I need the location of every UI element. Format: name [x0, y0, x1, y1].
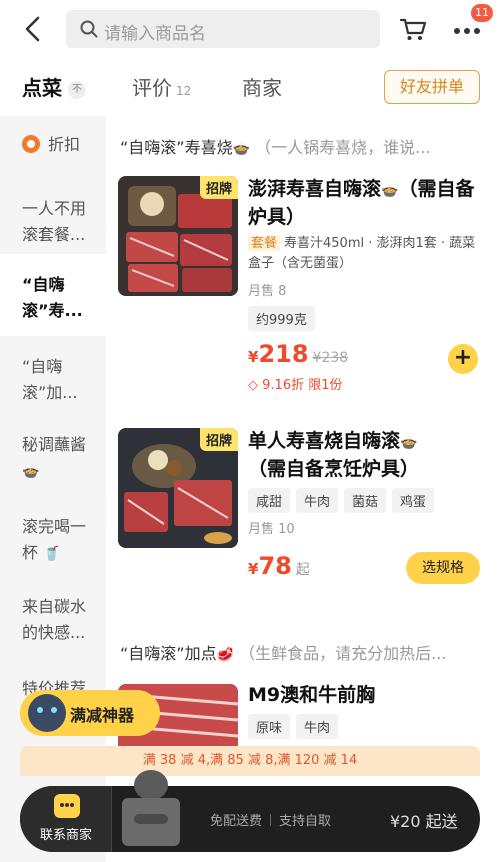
minimum-order: ¥20 起送 [390, 812, 458, 831]
pickup-text: 支持自取 [279, 814, 332, 829]
tab-merchant[interactable]: 商家 [242, 72, 282, 101]
full-reduction-banner: 满 38 减 4,满 85 减 8,满 120 减 14 [20, 746, 480, 776]
attribute-chip: 牛肉 [296, 488, 339, 513]
signature-tag: 招牌 [199, 428, 238, 451]
tab-reviews-label: 评价 [132, 76, 172, 100]
discount-helper-button[interactable]: 满减神器 [20, 690, 160, 736]
sidebar-item-label: “自嗨滚”寿... [22, 275, 83, 320]
product-attributes: 约999克 [248, 306, 321, 331]
search-placeholder: 请输入商品名 [104, 24, 206, 44]
contact-merchant-label: 联系商家 [39, 828, 92, 843]
section-header-addons: “自嗨滚”加点🥩 （生鲜食品，请充分加热后... [120, 640, 446, 664]
sidebar-item-solo-set[interactable]: 一人不用滚套餐... [0, 196, 106, 248]
product-name[interactable]: M9澳和牛前胸 [248, 682, 488, 708]
sidebar-item-sukiyaki[interactable]: “自嗨滚”寿... [0, 254, 106, 336]
back-arrow-icon[interactable] [18, 14, 48, 44]
product-price: ¥218 ¥238 [248, 340, 348, 368]
sidebar-item-drinks[interactable]: 滚完喝一杯 🥤 [0, 514, 106, 567]
product-name-text: 单人寿喜烧自嗨滚 [248, 430, 401, 452]
price-value: 78 [258, 552, 292, 580]
search-icon [80, 20, 98, 38]
original-price: ¥238 [312, 350, 349, 366]
price-value: 218 [258, 340, 309, 368]
robot-mascot-icon [28, 694, 66, 732]
tab-order-label: 点菜 [22, 76, 62, 100]
notification-badge: 11 [471, 4, 493, 22]
group-order-button[interactable]: 好友拼单 [384, 70, 480, 104]
tab-reviews[interactable]: 评价 12 [132, 72, 191, 101]
product-name-suffix: （需自备烹饪炉具） [248, 458, 420, 480]
product-price: ¥78 起 [248, 552, 310, 580]
attribute-chip: 菌菇 [344, 488, 387, 513]
search-input[interactable]: 请输入商品名 [66, 10, 380, 48]
pot-icon: 🍲 [400, 435, 418, 451]
sidebar-item-label: 一人不用滚套餐... [22, 199, 87, 244]
attribute-chip: 原味 [248, 714, 291, 739]
monthly-sales: 月售 8 [248, 284, 287, 299]
section-title: “自嗨滚”寿喜烧 [120, 138, 233, 157]
price-from: 起 [295, 562, 310, 578]
section-note: （一人锅寿喜烧，谁说... [255, 138, 431, 157]
meat-icon: 🥩 [216, 647, 235, 663]
tab-order[interactable]: 点菜不 [22, 72, 86, 101]
signature-tag: 招牌 [199, 176, 238, 199]
top-bar: 请输入商品名 11 [0, 0, 500, 60]
delivery-info: 免配送费 支持自取 [210, 810, 331, 829]
choose-spec-button[interactable]: 选规格 [406, 552, 480, 584]
sidebar-item-sauce[interactable]: 秘调蘸酱 🍲 [0, 432, 106, 485]
reviews-count: 12 [176, 84, 192, 98]
section-title: “自嗨滚”加点 [120, 644, 217, 663]
sidebar-item-discount[interactable]: 折扣 [0, 132, 106, 158]
currency-symbol: ¥ [248, 348, 259, 366]
attribute-chip: 咸甜 [248, 488, 291, 513]
pot-icon: 🍲 [381, 183, 399, 199]
more-options-icon[interactable] [452, 20, 482, 40]
product-image[interactable]: 招牌 [118, 176, 238, 296]
chat-icon [54, 794, 80, 818]
discount-helper-label: 满减神器 [70, 706, 135, 725]
section-header-sukiyaki: “自嗨滚”寿喜烧🍲 （一人锅寿喜烧，谁说... [120, 134, 430, 158]
sidebar-item-label: 秘调蘸酱 [22, 435, 87, 454]
discount-icon [22, 135, 40, 153]
sidebar-item-carbs[interactable]: 来自碳水的快感... [0, 594, 106, 646]
product-desc-text: 寿喜汁450ml · 澎湃肉1套 · 蔬菜盒子（含无菌蛋） [248, 236, 476, 271]
cart-icon[interactable] [398, 14, 428, 44]
tag-icon: ◇ [248, 378, 258, 393]
sidebar-item-label: 来自碳水的快感... [22, 597, 87, 642]
weight-chip: 约999克 [248, 306, 315, 331]
sidebar-item-label: “自嗨滚”加... [22, 357, 78, 402]
set-meal-badge: 套餐 [248, 236, 281, 251]
sidebar-item-addons[interactable]: “自嗨滚”加... [0, 354, 106, 406]
discount-info: ◇ 9.16折 限1份 [248, 374, 343, 393]
sort-icon: 不 [68, 81, 86, 99]
product-name[interactable]: 澎湃寿喜自嗨滚🍲（需自备炉具） [248, 176, 488, 230]
bowl-icon: 🍲 [22, 464, 40, 480]
currency-symbol: ¥ [248, 560, 259, 578]
product-attributes: 咸甜 牛肉 菌菇 鸡蛋 [248, 488, 440, 513]
section-note: （生鲜食品，请充分加热后... [239, 644, 447, 663]
attribute-chip: 牛肉 [296, 714, 339, 739]
pot-icon: 🍲 [232, 141, 251, 157]
monthly-sales: 月售 10 [248, 522, 295, 537]
product-name-text: 澎湃寿喜自嗨滚 [248, 178, 382, 200]
attribute-chip: 鸡蛋 [392, 488, 435, 513]
add-to-cart-button[interactable]: + [448, 344, 478, 374]
product-description: 套餐 寿喜汁450ml · 澎湃肉1套 · 蔬菜盒子（含无菌蛋） [248, 234, 488, 274]
product-image[interactable]: 招牌 [118, 428, 238, 548]
checkout-bar: 联系商家 免配送费 支持自取 ¥20 起送 [20, 770, 480, 852]
free-delivery-text: 免配送费 [210, 814, 263, 829]
drink-icon: 🥤 [43, 546, 61, 562]
sidebar-item-label: 折扣 [48, 135, 81, 154]
product-name[interactable]: 单人寿喜烧自嗨滚🍲 （需自备烹饪炉具） [248, 428, 488, 482]
contact-merchant-button[interactable]: 联系商家 [20, 786, 112, 852]
tab-merchant-label: 商家 [242, 76, 282, 100]
product-attributes: 原味 牛肉 [248, 714, 344, 739]
shopping-bag-icon[interactable] [118, 770, 184, 850]
discount-text: 9.16折 限1份 [262, 378, 343, 393]
